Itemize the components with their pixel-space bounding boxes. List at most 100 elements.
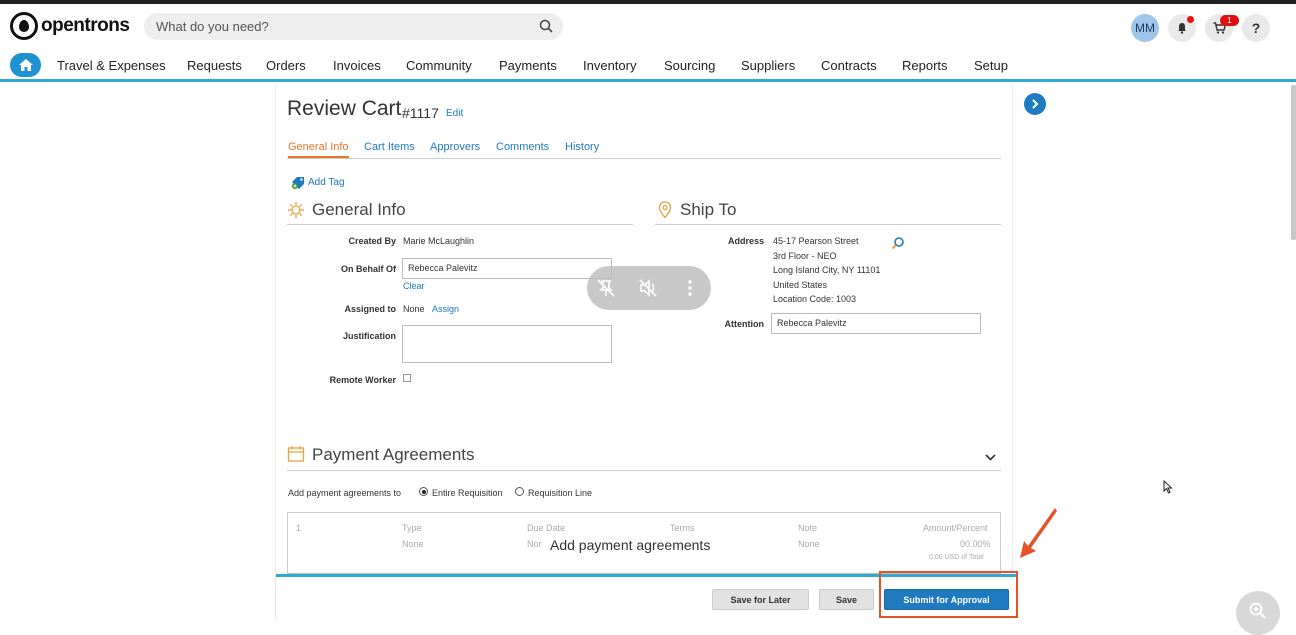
nav-community[interactable]: Community	[406, 58, 472, 73]
nav-orders[interactable]: Orders	[266, 58, 306, 73]
search-input[interactable]	[156, 13, 526, 40]
pa-type-value: None	[402, 539, 424, 549]
page-title: Review Cart	[287, 97, 402, 120]
pa-total-value: 0.00 USD of Total	[929, 554, 984, 561]
nav-setup[interactable]: Setup	[974, 58, 1008, 73]
address-lookup-icon[interactable]	[891, 236, 905, 250]
annotation-arrow-icon	[1020, 508, 1057, 558]
tab-comments[interactable]: Comments	[496, 141, 549, 153]
mute-icon[interactable]	[638, 278, 658, 298]
address-label: Address	[727, 236, 764, 246]
nav-travel-expenses[interactable]: Travel & Expenses	[57, 58, 166, 73]
pa-col-amount: Amount/Percent	[923, 523, 988, 533]
main-nav: Travel & Expenses Requests Orders Invoic…	[0, 48, 1296, 82]
attention-field[interactable]: Rebecca Palevitz	[771, 313, 981, 334]
edit-cart-name-link[interactable]: Edit	[446, 108, 463, 119]
requisition-line-radio[interactable]	[515, 487, 524, 496]
nav-payments[interactable]: Payments	[499, 58, 557, 73]
ship-to-heading: Ship To	[680, 200, 737, 219]
address-line-1: 45-17 Pearson Street	[773, 236, 859, 246]
app-header: opentrons MM 1 ?	[0, 4, 1296, 48]
pa-amount-value: 00.00%	[960, 539, 991, 549]
address-line-2: 3rd Floor - NEO	[773, 251, 837, 261]
help-button[interactable]: ?	[1242, 14, 1270, 42]
notification-dot	[1187, 16, 1194, 23]
more-options-icon[interactable]	[680, 278, 700, 298]
add-tag-link[interactable]: Add Tag	[291, 176, 345, 189]
nav-invoices[interactable]: Invoices	[333, 58, 381, 73]
save-for-later-button[interactable]: Save for Later	[712, 589, 809, 610]
created-by-value: Marie McLaughlin	[403, 236, 475, 246]
pa-row-index: 1	[296, 523, 302, 533]
requisition-line-label: Requisition Line	[528, 488, 593, 498]
expand-sidebar-button[interactable]	[1024, 93, 1046, 115]
tag-icon	[292, 177, 304, 189]
assign-link[interactable]: Assign	[432, 304, 459, 314]
nav-suppliers[interactable]: Suppliers	[741, 58, 795, 73]
add-tag-label: Add Tag	[308, 177, 345, 188]
mouse-cursor-icon	[1163, 480, 1173, 494]
unpin-icon[interactable]	[596, 278, 616, 298]
tab-cart-items[interactable]: Cart Items	[364, 141, 415, 153]
justification-textarea[interactable]	[402, 325, 612, 363]
nav-requests[interactable]: Requests	[187, 58, 242, 73]
zoom-in-icon	[1249, 602, 1266, 619]
chevron-right-icon	[1032, 99, 1039, 109]
payment-agreements-divider	[287, 470, 1001, 471]
general-info-divider	[287, 224, 633, 225]
nav-contracts[interactable]: Contracts	[821, 58, 877, 73]
justification-label: Justification	[342, 331, 396, 341]
pa-col-type: Type	[402, 523, 422, 533]
nav-sourcing[interactable]: Sourcing	[664, 58, 715, 73]
general-info-heading: General Info	[312, 200, 406, 219]
add-payment-agreements-tooltip: Add payment agreements	[550, 537, 711, 553]
assigned-to-label: Assigned to	[344, 304, 396, 314]
chevron-down-icon[interactable]	[984, 452, 997, 463]
clear-link[interactable]: Clear	[403, 281, 425, 291]
tab-approvers[interactable]: Approvers	[430, 141, 480, 153]
ship-to-divider	[655, 224, 1001, 225]
page-scrollbar[interactable]	[1291, 85, 1296, 240]
location-pin-icon	[658, 201, 672, 219]
cart-number: #1117	[402, 105, 439, 121]
entire-requisition-radio[interactable]	[419, 487, 428, 496]
logo-text: opentrons	[41, 15, 130, 36]
pa-col-note: Note	[798, 523, 818, 533]
cart-count-badge: 1	[1220, 15, 1239, 26]
pa-col-due-date: Due Date	[527, 523, 566, 533]
user-avatar[interactable]: MM	[1131, 14, 1159, 42]
on-behalf-of-label: On Behalf Of	[340, 264, 396, 274]
nav-reports[interactable]: Reports	[902, 58, 948, 73]
address-line-3: Long Island City, NY 11101	[773, 265, 881, 275]
search-bar	[144, 13, 563, 40]
zoom-button[interactable]	[1236, 591, 1280, 635]
pa-note-value: None	[798, 539, 820, 549]
submit-highlight-box	[879, 571, 1018, 618]
cart-tabs: General Info Cart Items Approvers Commen…	[287, 139, 1001, 159]
assigned-to-value: None	[403, 304, 425, 314]
entire-requisition-label: Entire Requisition	[432, 488, 503, 498]
opentrons-logo[interactable]: opentrons	[10, 12, 130, 40]
remote-worker-label: Remote Worker	[329, 375, 396, 385]
on-behalf-of-field[interactable]: Rebecca Palevitz	[402, 258, 612, 279]
remote-worker-checkbox[interactable]	[403, 374, 411, 382]
nav-inventory[interactable]: Inventory	[583, 58, 636, 73]
home-icon	[18, 59, 33, 71]
add-payment-agreements-to-label: Add payment agreements to	[288, 488, 402, 498]
address-line-5: Location Code: 1003	[773, 294, 857, 304]
media-controls-overlay	[587, 266, 711, 310]
tab-history[interactable]: History	[565, 141, 599, 153]
pa-col-terms: Terms	[670, 523, 695, 533]
opentrons-logo-icon	[10, 12, 38, 40]
bell-icon	[1178, 23, 1186, 34]
address-line-4: United States	[773, 280, 828, 290]
created-by-label: Created By	[348, 236, 396, 246]
tab-general-info[interactable]: General Info	[288, 141, 349, 158]
attention-label: Attention	[724, 319, 765, 329]
pa-due-value: Nor	[527, 539, 542, 549]
save-button[interactable]: Save	[819, 589, 874, 610]
home-button[interactable]	[10, 53, 41, 77]
gear-icon	[288, 202, 304, 218]
search-icon[interactable]	[539, 19, 553, 33]
calendar-icon	[287, 446, 305, 462]
